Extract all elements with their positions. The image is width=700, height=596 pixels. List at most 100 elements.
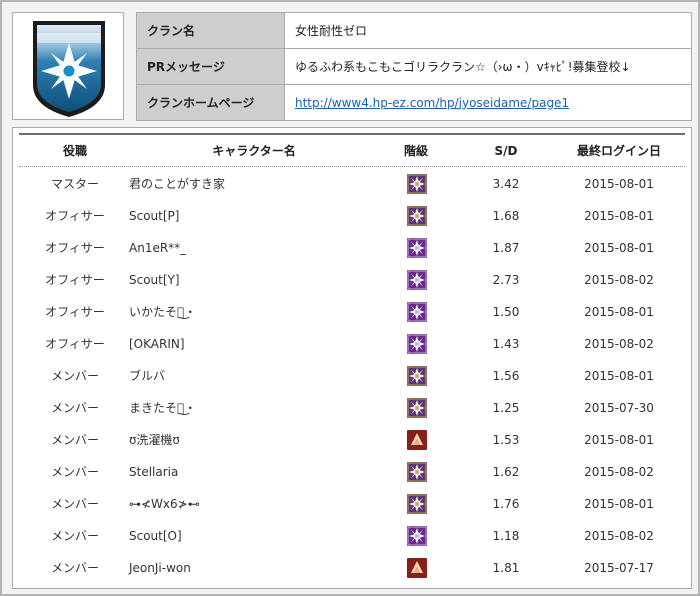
member-sd: 2.73	[492, 273, 520, 287]
rank-purple-star-icon	[407, 238, 427, 258]
member-name: Scout[P]	[129, 209, 180, 223]
rank-purple-star-icon	[407, 302, 427, 322]
member-name: Scout[Y]	[129, 273, 180, 287]
member-name: An1eR**_	[129, 241, 187, 255]
info-row-clan-name: クラン名 女性耐性ゼロ	[136, 12, 692, 49]
member-name: いかたそ・͜・	[129, 305, 197, 319]
rank-gold-star-icon	[407, 494, 427, 514]
member-role: マスター	[50, 177, 99, 191]
member-role: オフィサー	[45, 241, 105, 255]
clan-emblem	[12, 12, 124, 120]
member-sd: 1.56	[492, 369, 520, 383]
member-last-login: 2015-08-01	[584, 209, 654, 223]
homepage-value: http://www4.hp-ez.com/hp/jyoseidame/page…	[284, 84, 692, 121]
pr-message-value: ゆるふわ系もこもこゴリラクラン☆（›ω・）vｷｬﾋﾟ!募集登校↓	[284, 48, 692, 85]
member-name: ʊ洗濯機ʊ	[129, 433, 180, 447]
member-last-login: 2015-08-01	[584, 369, 654, 383]
member-last-login: 2015-08-01	[584, 241, 654, 255]
member-name: 君のことがすき家	[129, 177, 226, 191]
homepage-link[interactable]: http://www4.hp-ez.com/hp/jyoseidame/page…	[295, 96, 569, 110]
member-name: ⊶≮Wx6≯⊷	[129, 497, 200, 511]
member-name: ブルバ	[129, 369, 166, 383]
header-role: 役職	[62, 144, 87, 158]
roster-header: 役職 キャラクター名 階級 S/D 最終ログイン日	[19, 135, 685, 167]
member-last-login: 2015-08-02	[584, 465, 654, 479]
clan-page: クラン名 女性耐性ゼロ PRメッセージ ゆるふわ系もこもこゴリラクラン☆（›ω・…	[0, 0, 700, 596]
header-last-login: 最終ログイン日	[576, 144, 661, 158]
member-last-login: 2015-08-01	[584, 497, 654, 511]
table-row: メンバー まきたそ・͜・ 1.25 2015-07-30	[19, 392, 685, 424]
table-row: メンバー JeonJi-won 1.81 2015-07-17	[19, 552, 685, 584]
info-row-homepage: クランホームページ http://www4.hp-ez.com/hp/jyose…	[136, 84, 692, 121]
member-sd: 1.76	[492, 497, 520, 511]
member-name: Scout[O]	[129, 529, 182, 543]
info-row-pr-message: PRメッセージ ゆるふわ系もこもこゴリラクラン☆（›ω・）vｷｬﾋﾟ!募集登校↓	[136, 48, 692, 85]
header-sd: S/D	[494, 144, 518, 158]
member-last-login: 2015-07-30	[584, 401, 654, 415]
roster-rows: マスター 君のことがすき家 3.42 2015-08-01 オフィサー Scou…	[19, 168, 685, 584]
homepage-label: クランホームページ	[136, 84, 285, 121]
member-sd: 1.18	[492, 529, 520, 543]
member-sd: 1.53	[492, 433, 520, 447]
table-row: メンバー Scout[O] 1.18 2015-08-02	[19, 520, 685, 552]
member-name: [OKARIN]	[129, 337, 185, 351]
member-sd: 1.81	[492, 561, 520, 575]
member-roster: 役職 キャラクター名 階級 S/D 最終ログイン日 マスター 君のことがすき家 …	[12, 127, 692, 589]
rank-gold-star-icon	[407, 366, 427, 386]
table-row: マスター 君のことがすき家 3.42 2015-08-01	[19, 168, 685, 200]
table-row: メンバー Stellaria 1.62 2015-08-02	[19, 456, 685, 488]
clan-name-label: クラン名	[136, 12, 285, 49]
table-row: オフィサー [OKARIN] 1.43 2015-08-02	[19, 328, 685, 360]
member-role: メンバー	[50, 465, 99, 479]
member-sd: 1.50	[492, 305, 520, 319]
member-role: メンバー	[50, 561, 99, 575]
member-name: まきたそ・͜・	[129, 401, 197, 415]
pr-message-label: PRメッセージ	[136, 48, 285, 85]
member-role: メンバー	[50, 401, 99, 415]
member-role: メンバー	[50, 497, 99, 511]
header-character-name: キャラクター名	[212, 144, 296, 158]
table-row: オフィサー Scout[P] 1.68 2015-08-01	[19, 200, 685, 232]
member-role: オフィサー	[45, 305, 105, 319]
rank-purple-star-icon	[407, 270, 427, 290]
shield-star-emblem-icon	[33, 21, 105, 117]
rank-gold-star-icon	[407, 398, 427, 418]
rank-purple-star-icon	[407, 526, 427, 546]
member-last-login: 2015-08-01	[584, 177, 654, 191]
clan-name-value: 女性耐性ゼロ	[284, 12, 692, 49]
clan-info-table: クラン名 女性耐性ゼロ PRメッセージ ゆるふわ系もこもこゴリラクラン☆（›ω・…	[136, 12, 692, 121]
member-last-login: 2015-08-01	[584, 305, 654, 319]
member-last-login: 2015-08-02	[584, 337, 654, 351]
rank-gold-star-icon	[407, 462, 427, 482]
member-role: メンバー	[50, 369, 99, 383]
member-sd: 1.87	[492, 241, 520, 255]
table-row: メンバー ʊ洗濯機ʊ 1.53 2015-08-01	[19, 424, 685, 456]
member-sd: 1.25	[492, 401, 520, 415]
member-sd: 1.43	[492, 337, 520, 351]
member-sd: 1.62	[492, 465, 520, 479]
rank-gold-star-icon	[407, 174, 427, 194]
rank-gold-star-icon	[407, 206, 427, 226]
table-row: オフィサー いかたそ・͜・ 1.50 2015-08-01	[19, 296, 685, 328]
table-row: メンバー ⊶≮Wx6≯⊷ 1.76 2015-08-01	[19, 488, 685, 520]
table-row: オフィサー Scout[Y] 2.73 2015-08-02	[19, 264, 685, 296]
rank-red-chevron-icon	[407, 430, 427, 450]
member-sd: 1.68	[492, 209, 520, 223]
member-role: メンバー	[50, 529, 99, 543]
header-rank: 階級	[403, 144, 428, 158]
member-name: Stellaria	[129, 465, 179, 479]
table-row: メンバー ブルバ 1.56 2015-08-01	[19, 360, 685, 392]
member-last-login: 2015-08-01	[584, 433, 654, 447]
member-last-login: 2015-08-02	[584, 273, 654, 287]
rank-purple-star-icon	[407, 334, 427, 354]
table-row: オフィサー An1eR**_ 1.87 2015-08-01	[19, 232, 685, 264]
member-last-login: 2015-08-02	[584, 529, 654, 543]
member-role: メンバー	[50, 433, 99, 447]
member-sd: 3.42	[492, 177, 520, 191]
member-role: オフィサー	[45, 209, 105, 223]
rank-red-chevron-icon	[407, 558, 427, 578]
member-role: オフィサー	[45, 273, 105, 287]
member-role: オフィサー	[45, 337, 105, 351]
member-last-login: 2015-07-17	[584, 561, 654, 575]
member-name: JeonJi-won	[129, 561, 191, 575]
